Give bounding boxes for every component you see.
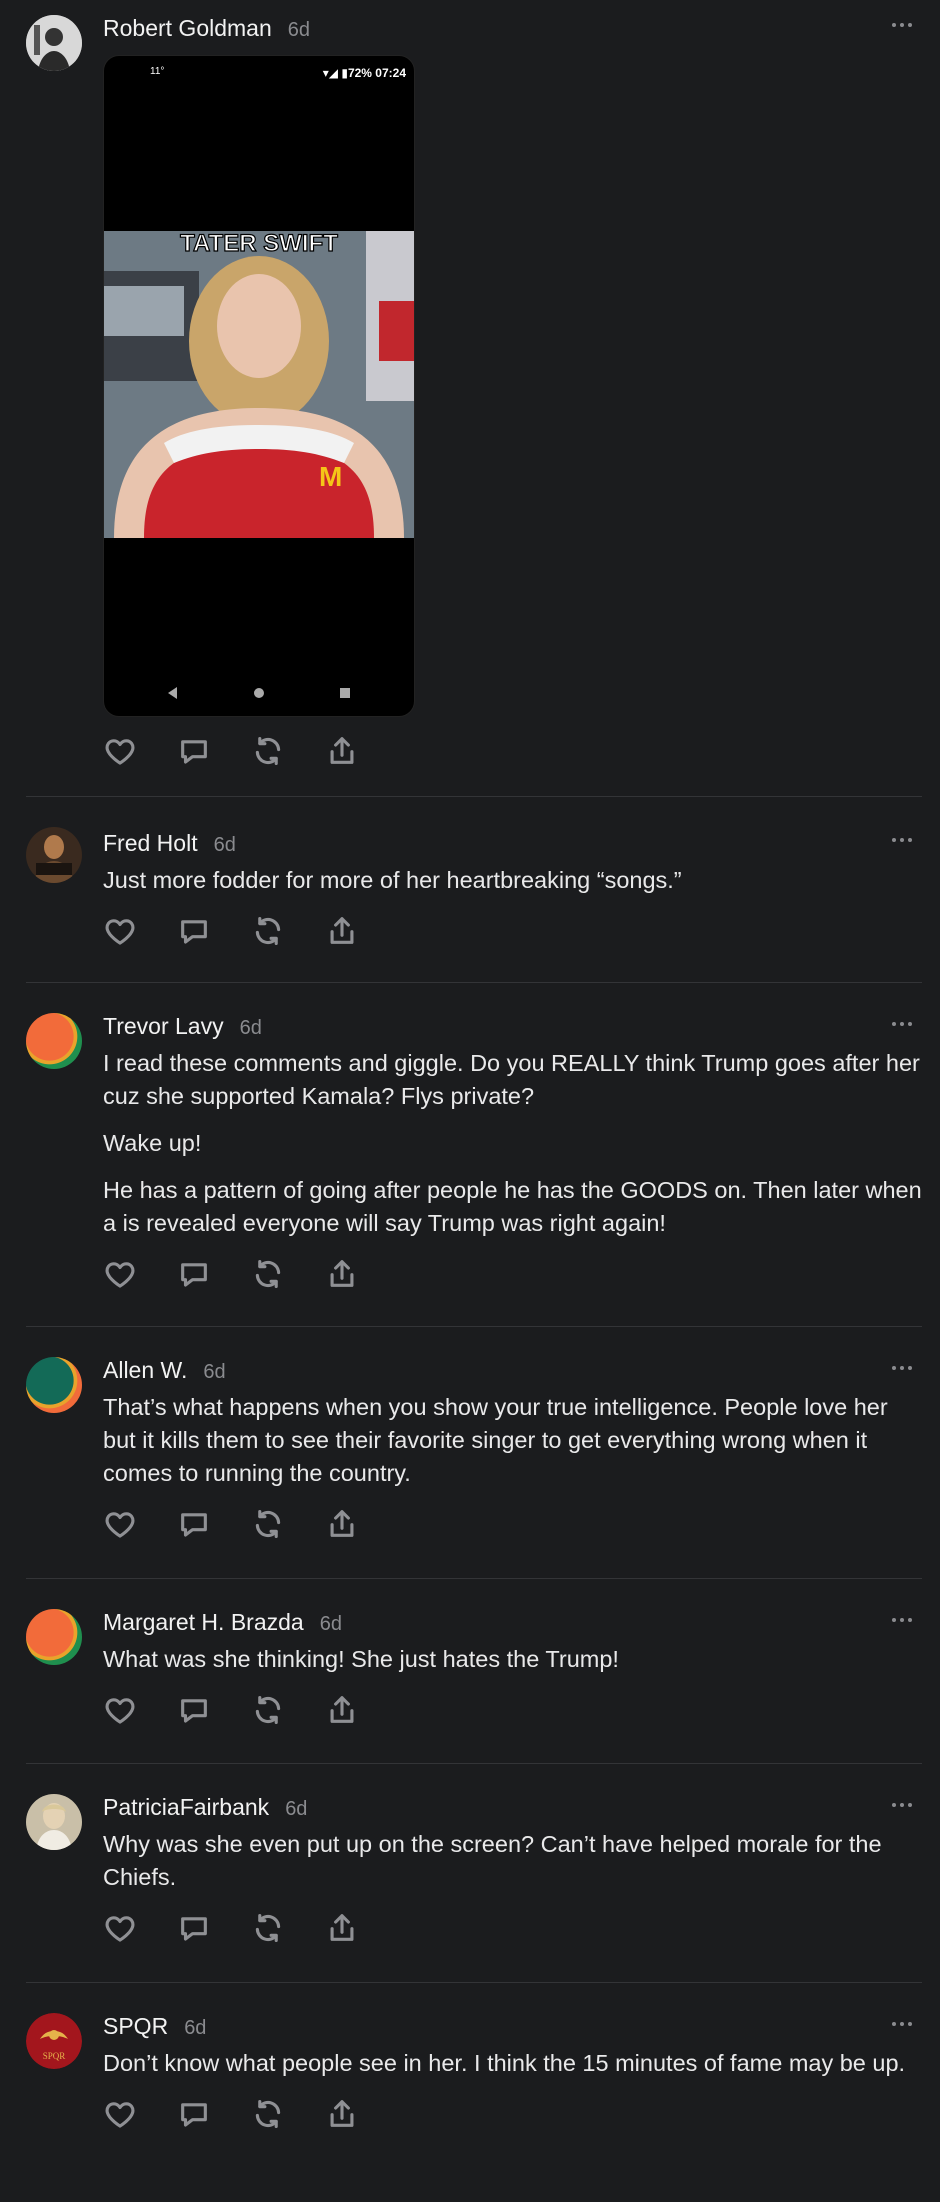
more-options-icon[interactable] xyxy=(892,1609,916,1623)
more-options-icon[interactable] xyxy=(892,829,916,843)
repost-icon[interactable] xyxy=(251,2097,285,2131)
repost-icon[interactable] xyxy=(251,1693,285,1727)
reply-feed: Robert Goldman 6d 11° ▾◢ ▮72% 07:24 M TA… xyxy=(0,0,940,2202)
post-actions xyxy=(103,1690,922,1730)
post-actions xyxy=(103,1908,922,1948)
avatar[interactable] xyxy=(26,1357,82,1413)
avatar[interactable] xyxy=(26,827,82,883)
post-time: 6d xyxy=(184,2017,207,2039)
author-name[interactable]: Allen W. xyxy=(103,1357,187,1384)
share-icon[interactable] xyxy=(325,914,359,948)
post-text: He has a pattern of going after people h… xyxy=(103,1177,922,1236)
post-actions xyxy=(103,911,922,951)
heart-icon[interactable] xyxy=(103,2097,137,2131)
post-actions xyxy=(103,1504,922,1544)
share-icon[interactable] xyxy=(325,1257,359,1291)
post-patricia-fairbank: PatriciaFairbank 6d Why was she even put… xyxy=(26,1764,922,1983)
status-right: ▾◢ ▮72% 07:24 xyxy=(322,66,406,80)
post-actions xyxy=(103,1254,922,1294)
comment-icon[interactable] xyxy=(177,1911,211,1945)
post-robert-goldman: Robert Goldman 6d 11° ▾◢ ▮72% 07:24 M TA… xyxy=(26,0,922,797)
post-text: That’s what happens when you show your t… xyxy=(103,1394,888,1486)
share-icon[interactable] xyxy=(325,2097,359,2131)
more-options-icon[interactable] xyxy=(892,1013,916,1027)
repost-icon[interactable] xyxy=(251,1257,285,1291)
more-options-icon[interactable] xyxy=(892,1794,916,1808)
comment-icon[interactable] xyxy=(177,1507,211,1541)
author-name[interactable]: Margaret H. Brazda xyxy=(103,1609,304,1636)
post-text: What was she thinking! She just hates th… xyxy=(103,1646,619,1672)
heart-icon[interactable] xyxy=(103,1507,137,1541)
post-actions xyxy=(103,2094,922,2134)
author-name[interactable]: PatriciaFairbank xyxy=(103,1794,269,1821)
heart-icon[interactable] xyxy=(103,734,137,768)
share-icon[interactable] xyxy=(325,1507,359,1541)
avatar[interactable]: SPQR xyxy=(26,2013,82,2069)
svg-text:M: M xyxy=(319,461,342,492)
repost-icon[interactable] xyxy=(251,1911,285,1945)
post-time: 6d xyxy=(203,1361,226,1383)
avatar[interactable] xyxy=(26,1013,82,1069)
post-spqr: SPQR SPQR 6d Don’t know what people see … xyxy=(26,1983,922,2202)
post-margaret-brazda: Margaret H. Brazda 6d What was she think… xyxy=(26,1579,922,1764)
post-text: Why was she even put up on the screen? C… xyxy=(103,1831,882,1890)
share-icon[interactable] xyxy=(325,734,359,768)
more-options-icon[interactable] xyxy=(892,2013,916,2027)
comment-icon[interactable] xyxy=(177,734,211,768)
avatar[interactable] xyxy=(26,1794,82,1850)
heart-icon[interactable] xyxy=(103,914,137,948)
comment-icon[interactable] xyxy=(177,914,211,948)
avatar[interactable] xyxy=(26,1609,82,1665)
heart-icon[interactable] xyxy=(103,1911,137,1945)
author-name[interactable]: Trevor Lavy xyxy=(103,1013,224,1040)
post-time: 6d xyxy=(287,19,310,41)
comment-icon[interactable] xyxy=(177,2097,211,2131)
repost-icon[interactable] xyxy=(251,914,285,948)
comment-icon[interactable] xyxy=(177,1693,211,1727)
attached-image[interactable]: 11° ▾◢ ▮72% 07:24 M TATER SWIFT xyxy=(103,55,415,717)
phone-nav-bar xyxy=(168,687,350,699)
post-text: Don’t know what people see in her. I thi… xyxy=(103,2050,906,2076)
share-icon[interactable] xyxy=(325,1911,359,1945)
post-text: Wake up! xyxy=(103,1130,202,1156)
more-options-icon[interactable] xyxy=(892,1357,916,1371)
status-left: 11° xyxy=(150,66,165,77)
post-fred-holt: Fred Holt 6d Just more fodder for more o… xyxy=(26,797,922,983)
phone-status-bar: 11° ▾◢ ▮72% 07:24 xyxy=(104,66,414,86)
author-name[interactable]: SPQR xyxy=(103,2013,168,2040)
post-trevor-lavy: Trevor Lavy 6d I read these comments and… xyxy=(26,983,922,1327)
post-time: 6d xyxy=(285,1798,308,1820)
heart-icon[interactable] xyxy=(103,1693,137,1727)
avatar[interactable] xyxy=(26,15,82,71)
post-allen-w: Allen W. 6d That’s what happens when you… xyxy=(26,1327,922,1579)
author-name[interactable]: Fred Holt xyxy=(103,830,198,857)
heart-icon[interactable] xyxy=(103,1257,137,1291)
repost-icon[interactable] xyxy=(251,1507,285,1541)
post-text: I read these comments and giggle. Do you… xyxy=(103,1050,920,1109)
more-options-icon[interactable] xyxy=(892,14,916,28)
post-actions xyxy=(103,731,922,771)
repost-icon[interactable] xyxy=(251,734,285,768)
author-name[interactable]: Robert Goldman xyxy=(103,15,272,42)
meme-caption: TATER SWIFT xyxy=(180,231,338,257)
meme-image: M TATER SWIFT xyxy=(104,231,414,538)
post-time: 6d xyxy=(319,1613,342,1635)
post-time: 6d xyxy=(239,1017,262,1039)
share-icon[interactable] xyxy=(325,1693,359,1727)
comment-icon[interactable] xyxy=(177,1257,211,1291)
svg-text:SPQR: SPQR xyxy=(43,2051,66,2061)
post-time: 6d xyxy=(213,834,236,856)
post-text: Just more fodder for more of her heartbr… xyxy=(103,867,682,893)
